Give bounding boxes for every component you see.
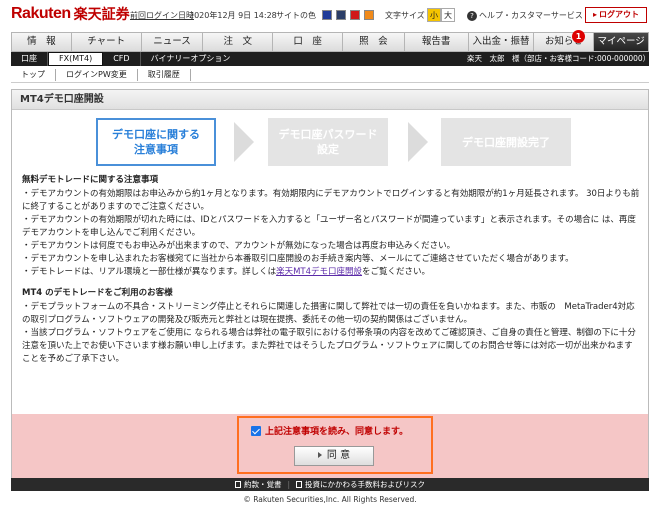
help-label: ヘルプ・カスタマーサービス xyxy=(479,11,583,20)
logout-label: ログアウト xyxy=(599,10,639,19)
last-login-link[interactable]: 前回ログイン日時 xyxy=(130,10,194,21)
step-1-line1: デモ口座に関する xyxy=(112,128,200,141)
agree-checkbox-text: 上記注意事項を読み、同意します。 xyxy=(265,427,409,437)
tnav-item-login-pw-change[interactable]: ログインPW変更 xyxy=(56,68,138,81)
help-link[interactable]: ? ヘルプ・カスタマーサービス xyxy=(467,10,583,21)
subnav-item-fx-mt4[interactable]: FX(MT4) xyxy=(48,52,104,66)
nav-item-chart[interactable]: チャート xyxy=(72,33,142,51)
notes-item: ・デモプラットフォームの不具合・ストリーミング停止とそれらに関連した損害に関して… xyxy=(22,302,635,325)
agree-checkbox-label[interactable]: 上記注意事項を読み、同意します。 xyxy=(251,424,408,437)
subnav-item-account[interactable]: 口座 xyxy=(11,52,48,66)
step-1-current: デモ口座に関する 注意事項 xyxy=(96,118,216,166)
step-2: デモ口座パスワード 設定 xyxy=(268,118,388,166)
step-2-line2: 設定 xyxy=(317,143,339,156)
site-color-swatch-navy[interactable] xyxy=(336,10,346,20)
nav-item-inquiry[interactable]: 照 会 xyxy=(343,33,405,51)
tertiary-nav: トップ ログインPW変更 取引履歴 xyxy=(11,67,649,83)
footer-link-fees-risks[interactable]: 投資にかかわる手数料およびリスク xyxy=(290,479,431,490)
step-3-line1: デモ口座開設完了 xyxy=(462,135,550,149)
notification-badge: 1 xyxy=(572,30,585,43)
tnav-item-trade-history[interactable]: 取引履歴 xyxy=(138,68,191,81)
logo-name: 楽天証券 xyxy=(73,7,130,23)
header: Rakuten 楽天証券 前回ログイン日時 2020年12月 9日 14:28 … xyxy=(0,0,660,28)
document-icon xyxy=(234,481,241,488)
nav-item-info[interactable]: 情 報 xyxy=(12,33,72,51)
font-size-large-button[interactable]: 大 xyxy=(441,8,455,22)
page-title: MT4デモ口座開設 xyxy=(12,90,648,110)
agreement-area: 上記注意事項を読み、同意します。 同 意 xyxy=(12,414,648,480)
logo-brand: Rakuten xyxy=(11,5,71,22)
nav-item-deposit[interactable]: 入出金・振替 xyxy=(469,33,535,51)
step-arrow-icon xyxy=(408,122,428,162)
step-3: デモ口座開設完了 xyxy=(441,118,571,166)
notes-item: ・当該プログラム・ソフトウェアをご使用に なられる場合は弊社の電子取引における付… xyxy=(22,328,636,364)
footer-link-fees-risks-label: 投資にかかわる手数料およびリスク xyxy=(305,480,426,489)
site-color-swatch-orange[interactable] xyxy=(364,10,374,20)
agreement-box: 上記注意事項を読み、同意します。 同 意 xyxy=(237,416,433,474)
step-arrow-icon xyxy=(234,122,254,162)
logout-arrow-icon: ▸ xyxy=(592,10,597,19)
sub-nav: 口座 FX(MT4) CFD バイナリーオプション 楽天 太郎 様（部店・お客様… xyxy=(11,52,651,66)
content-panel: MT4デモ口座開設 デモ口座に関する 注意事項 デモ口座パスワード 設定 デモ口… xyxy=(11,89,649,481)
notes-item-suffix: をご覧ください。 xyxy=(362,267,431,277)
help-icon: ? xyxy=(467,11,477,21)
subnav-item-cfd[interactable]: CFD xyxy=(103,52,141,66)
rakuten-logo[interactable]: Rakuten 楽天証券 xyxy=(11,5,130,23)
font-size-label: 文字サイズ xyxy=(385,11,425,20)
notes-item: ・デモアカウントの有効期限が切れた時には、IDとパスワードを入力すると「ユーザー… xyxy=(22,215,636,238)
page: Rakuten 楽天証券 前回ログイン日時 2020年12月 9日 14:28 … xyxy=(0,0,660,508)
step-indicator: デモ口座に関する 注意事項 デモ口座パスワード 設定 デモ口座開設完了 xyxy=(96,118,576,168)
site-color-swatch-red[interactable] xyxy=(350,10,360,20)
nav-item-notice[interactable]: お知らせ xyxy=(534,33,595,51)
notes-item: ・デモアカウントを申し込まれたお客様宛てに当社から本番取引口座開設のお手続き案内… xyxy=(22,254,574,264)
agree-checkbox[interactable] xyxy=(251,425,261,436)
notes-item: ・デモアカウントの有効期限はお申込みから約1ヶ月となります。有効期限内にデモアカ… xyxy=(22,189,640,212)
font-size-small-button[interactable]: 小 xyxy=(427,8,441,22)
nav-item-order[interactable]: 注 文 xyxy=(203,33,274,51)
step-2-line1: デモ口座パスワード xyxy=(278,128,378,141)
nav-item-news[interactable]: ニュース xyxy=(142,33,204,51)
footer-link-terms[interactable]: 約款・覚書 xyxy=(229,479,288,490)
copyright: © Rakuten Securities,Inc. All Rights Res… xyxy=(243,495,417,504)
main-nav: 情 報 チャート ニュース 注 文 口 座 照 会 報告書 入出金・振替 お知ら… xyxy=(11,32,649,52)
tnav-item-top[interactable]: トップ xyxy=(11,68,56,81)
footer-links: 約款・覚書 | 投資にかかわる手数料およびリスク xyxy=(11,478,649,491)
mt4-demo-link[interactable]: 楽天MT4デモ口座開設 xyxy=(276,267,362,277)
notes-item: ・デモアカウントは何度でもお申込みが出来ますので、アカウントが無効になった場合は… xyxy=(22,241,456,251)
site-color-swatch-blue[interactable] xyxy=(322,10,332,20)
subnav-item-binary-option[interactable]: バイナリーオプション xyxy=(141,52,241,66)
notes-section: 無料デモトレードに関する注意事項 ・デモアカウントの有効期限はお申込みから約1ヶ… xyxy=(22,174,640,366)
document-icon xyxy=(296,481,303,488)
notes-item: ・デモトレードは、リアル環境と一部仕様が異なります。詳しくは楽天MT4デモ口座開… xyxy=(22,266,640,279)
last-login-value: 2020年12月 9日 14:28 xyxy=(189,11,277,20)
site-color-label: サイトの色 xyxy=(276,11,316,20)
nav-item-account[interactable]: 口 座 xyxy=(273,33,343,51)
agree-button[interactable]: 同 意 xyxy=(294,446,374,466)
notes-item-prefix: ・デモトレードは、リアル環境と一部仕様が異なります。詳しくは xyxy=(22,267,277,277)
play-arrow-icon xyxy=(317,452,322,458)
step-1-line2: 注意事項 xyxy=(134,143,178,156)
agree-button-label: 同 意 xyxy=(326,450,351,461)
notes-heading-demo: 無料デモトレードに関する注意事項 xyxy=(22,175,159,185)
footer-link-terms-label: 約款・覚書 xyxy=(243,480,282,489)
nav-item-reports[interactable]: 報告書 xyxy=(405,33,469,51)
logout-button[interactable]: ▸ ログアウト xyxy=(585,7,647,23)
nav-item-mypage[interactable]: マイページ xyxy=(594,33,649,51)
user-info: 楽天 太郎 様（部店・お客様コード:000-000000） xyxy=(467,54,651,63)
notes-heading-mt4: MT4 のデモトレードをご利用のお客様 xyxy=(22,288,173,298)
